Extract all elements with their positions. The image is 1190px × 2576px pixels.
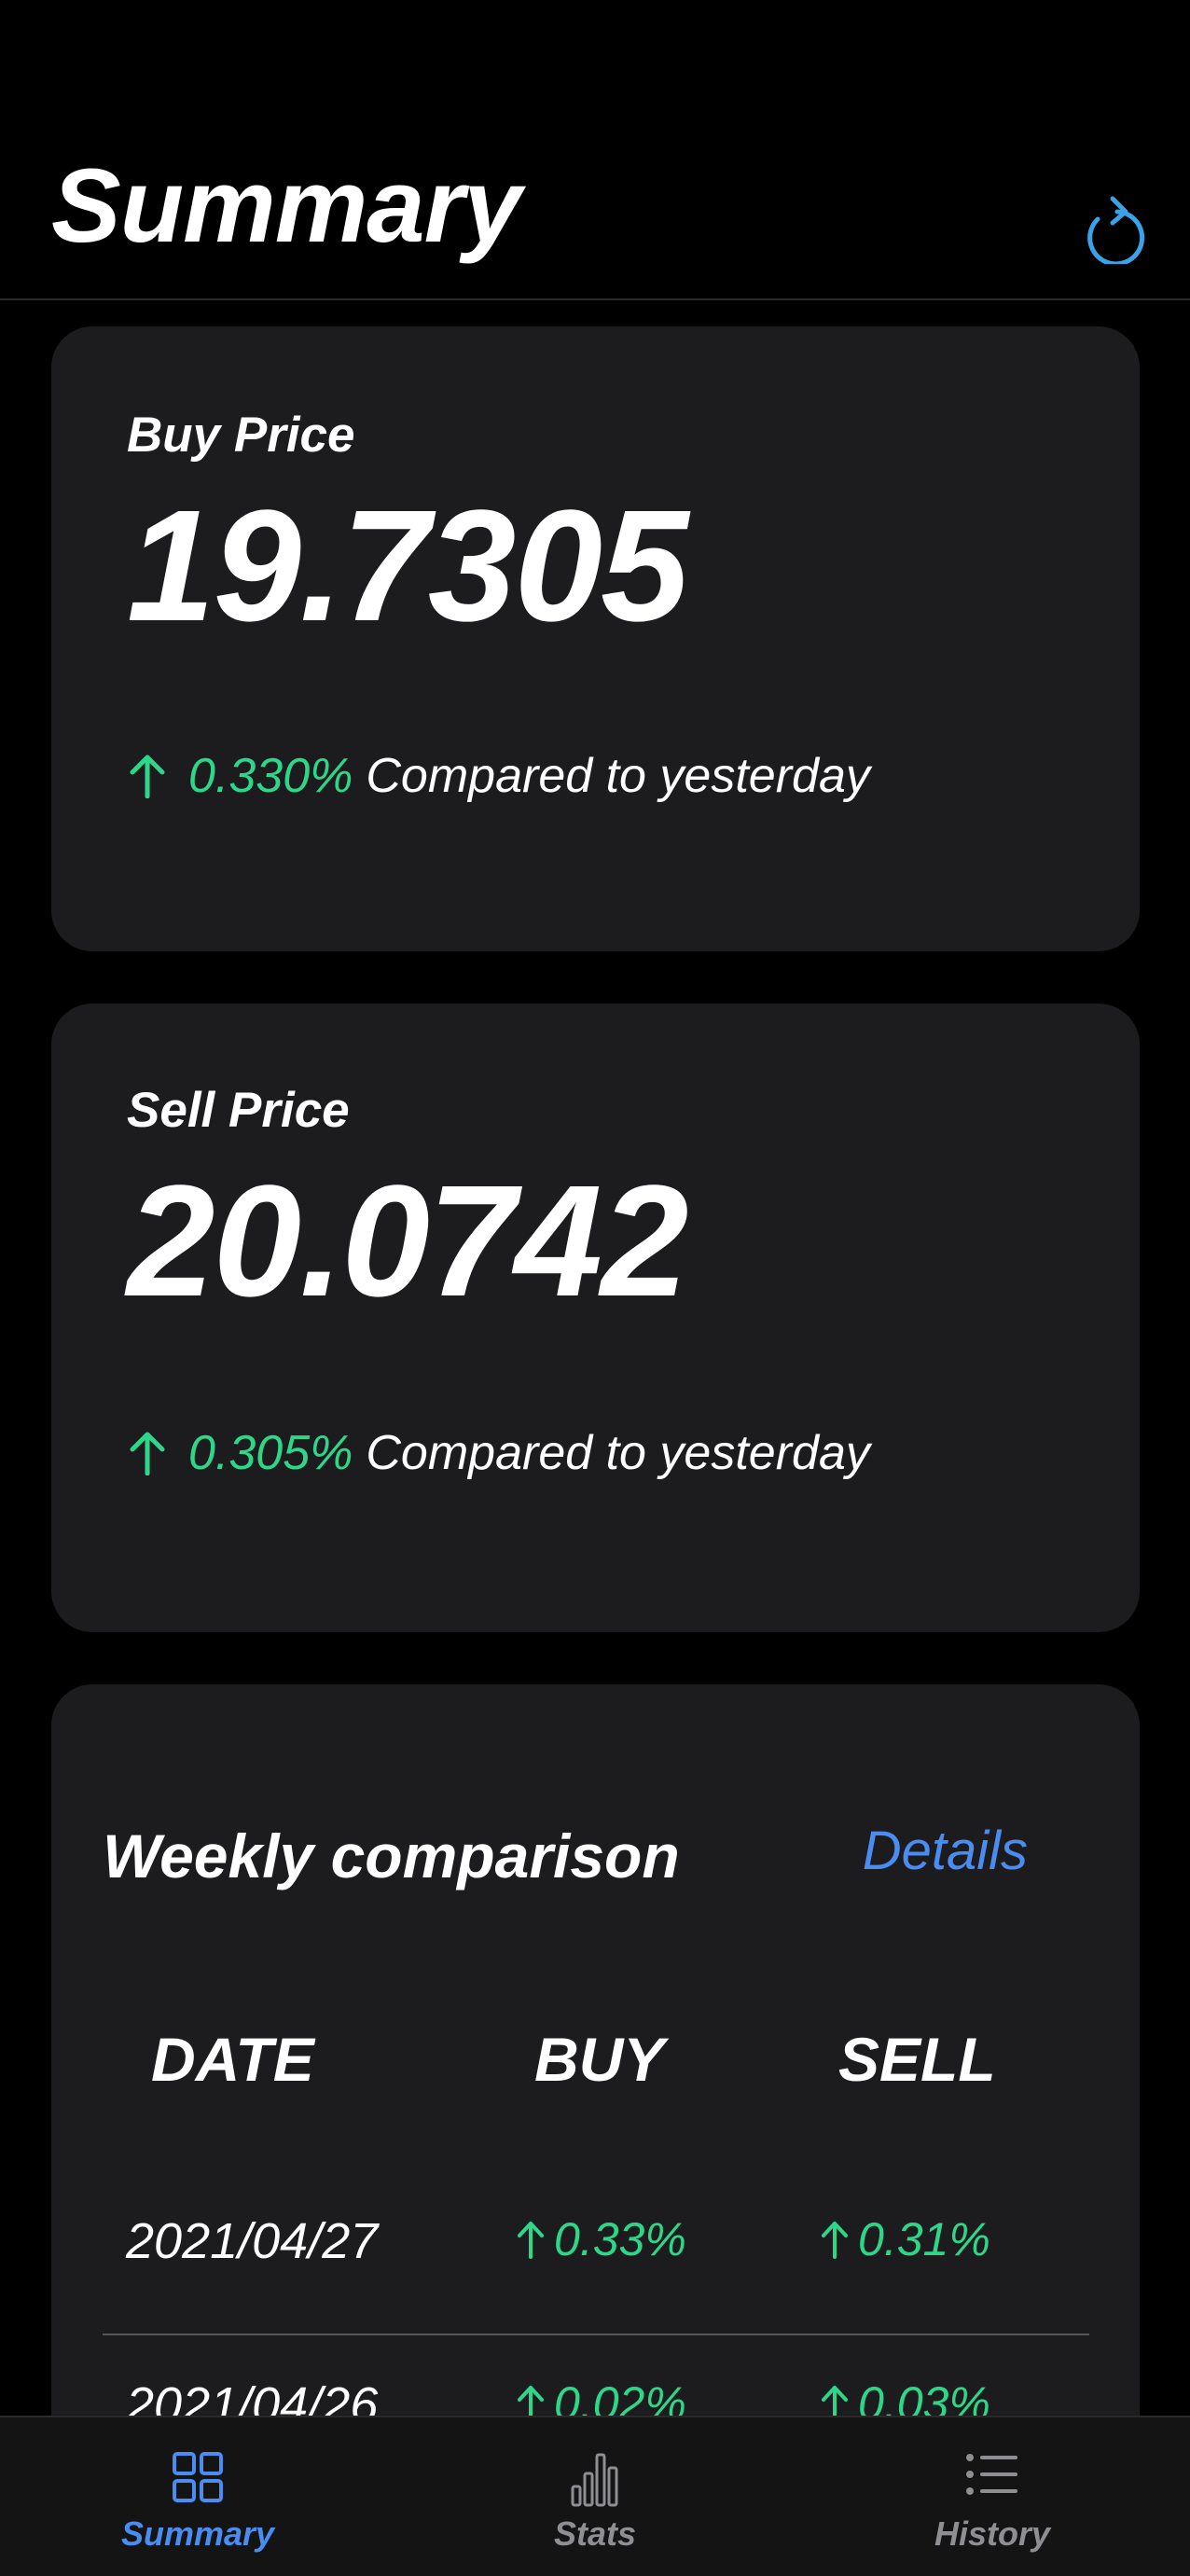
up-arrow-icon	[518, 2386, 544, 2416]
column-header-sell: SELL	[838, 2025, 996, 2094]
buy-price-value: 19.7305	[127, 478, 689, 655]
table-row[interactable]: 2021/04/26 0.02% 0.03%	[51, 2356, 1140, 2416]
tab-summary[interactable]: Summary	[58, 2417, 338, 2576]
row-date: 2021/04/26	[126, 2377, 379, 2416]
buy-change-percent: 0.330%	[188, 749, 353, 803]
sell-price-card: Sell Price 20.0742 0.305% Compared to ye…	[51, 1004, 1140, 1632]
row-buy-change: 0.33%	[515, 2212, 686, 2266]
refresh-icon[interactable]	[1085, 193, 1150, 264]
weekly-comparison-title: Weekly comparison	[103, 1821, 680, 1890]
sell-change-percent: 0.305%	[188, 1426, 353, 1480]
row-sell-change: 0.31%	[819, 2212, 990, 2266]
row-buy-value: 0.02%	[554, 2377, 686, 2416]
up-arrow-icon	[518, 2222, 544, 2259]
grid-icon	[173, 2452, 223, 2502]
row-buy-change: 0.02%	[515, 2376, 686, 2416]
bar-chart-icon	[571, 2453, 618, 2507]
weekly-comparison-card: Weekly comparison Details DATE BUY SELL …	[51, 1684, 1140, 2416]
page-title: Summary	[51, 147, 521, 264]
list-icon	[966, 2454, 1017, 2495]
tab-history-label: History	[934, 2514, 1051, 2553]
content-scroll[interactable]: Buy Price 19.7305 0.330% Compared to yes…	[0, 300, 1190, 2416]
column-header-buy: BUY	[534, 2025, 665, 2094]
buy-change-row: 0.330% Compared to yesterday	[127, 748, 870, 804]
sell-price-label: Sell Price	[127, 1083, 350, 1138]
row-sell-value: 0.03%	[858, 2377, 990, 2416]
tab-summary-label: Summary	[120, 2514, 275, 2553]
row-sell-change: 0.03%	[819, 2376, 990, 2416]
app-header: Summary	[0, 0, 1190, 300]
sell-price-value: 20.0742	[127, 1153, 689, 1330]
details-link[interactable]: Details	[863, 1820, 1028, 1882]
sell-change-row: 0.305% Compared to yesterday	[127, 1425, 870, 1481]
buy-price-card: Buy Price 19.7305 0.330% Compared to yes…	[51, 326, 1140, 951]
up-arrow-icon	[130, 1432, 165, 1475]
up-arrow-icon	[822, 2386, 848, 2416]
tab-stats[interactable]: Stats	[455, 2417, 735, 2576]
tab-stats-label: Stats	[553, 2514, 637, 2553]
up-arrow-icon	[130, 755, 165, 798]
buy-comparison-text: Compared to yesterday	[366, 749, 870, 803]
bottom-tab-bar: Summary Stats History	[0, 2416, 1190, 2576]
tab-history[interactable]: History	[852, 2417, 1132, 2576]
buy-price-label: Buy Price	[127, 408, 355, 463]
table-row[interactable]: 2021/04/27 0.33% 0.31%	[51, 2188, 1140, 2347]
row-divider	[103, 2334, 1089, 2335]
sell-comparison-text: Compared to yesterday	[366, 1426, 870, 1480]
row-sell-value: 0.31%	[858, 2213, 990, 2265]
row-date: 2021/04/27	[126, 2213, 379, 2269]
column-header-date: DATE	[151, 2025, 314, 2094]
up-arrow-icon	[822, 2222, 848, 2259]
row-buy-value: 0.33%	[554, 2213, 686, 2265]
